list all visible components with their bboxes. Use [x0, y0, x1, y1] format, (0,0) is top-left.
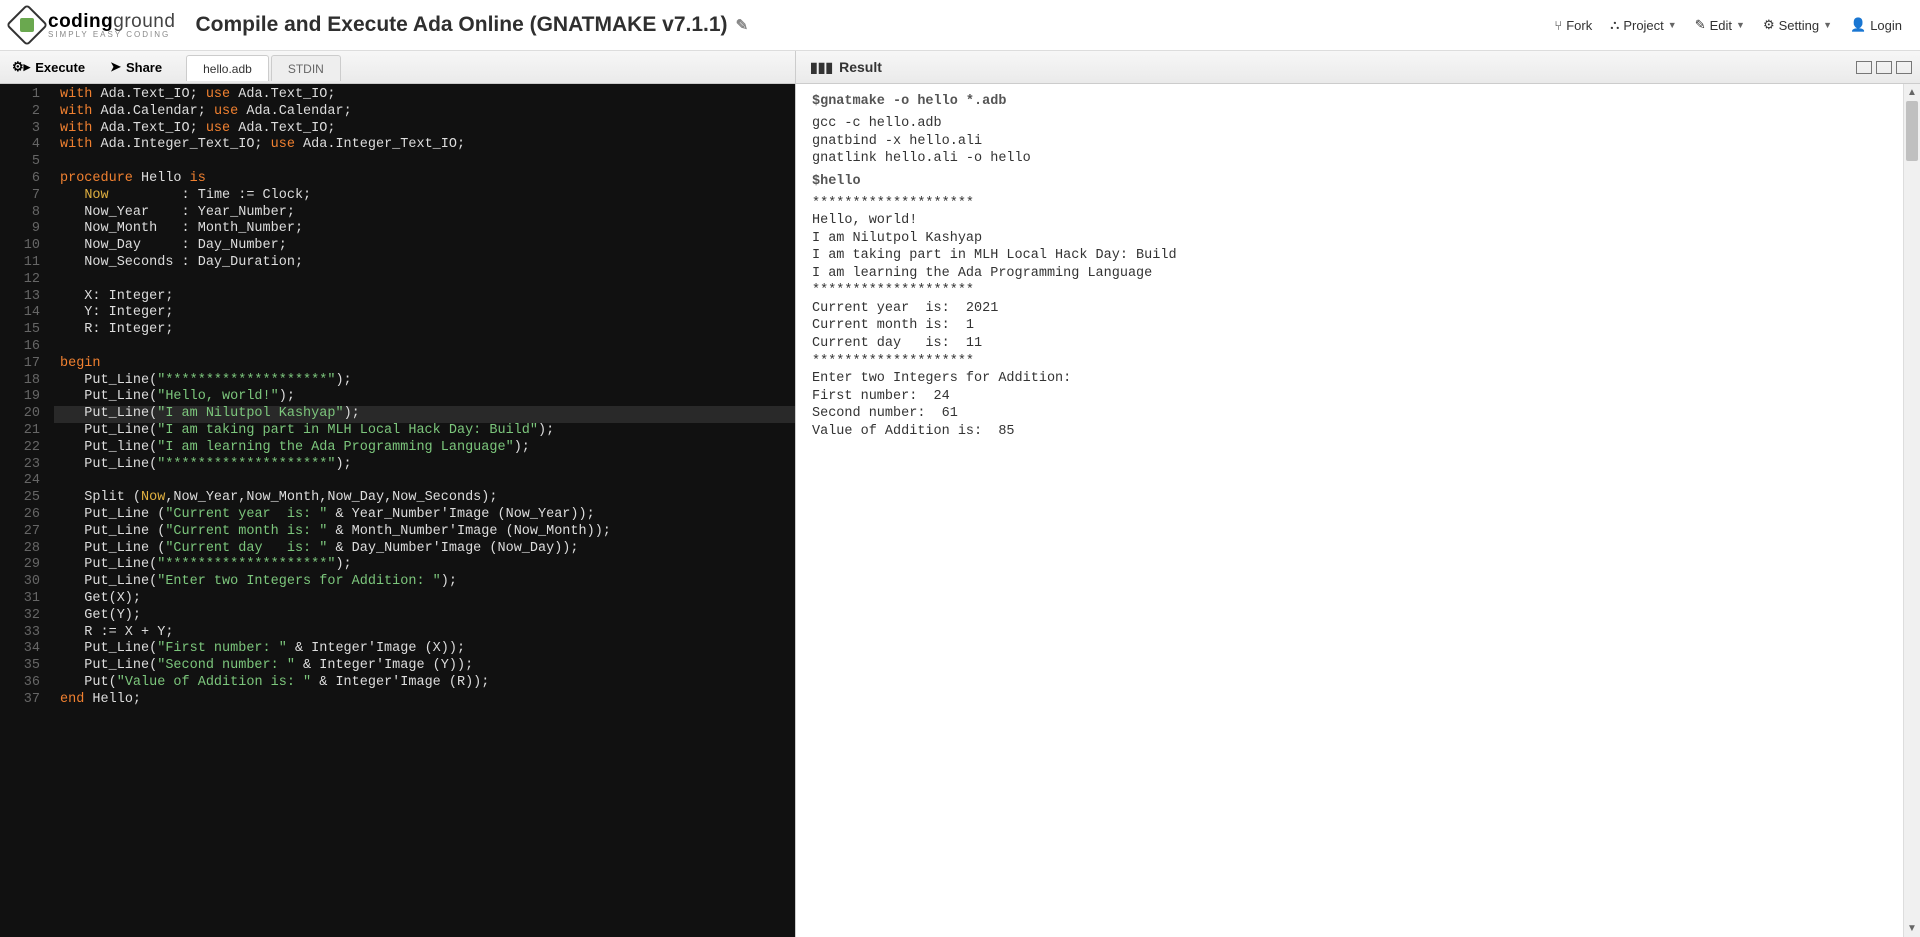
- cmd-gnatmake: $gnatmake -o hello *.adb: [812, 94, 1900, 109]
- chevron-down-icon: ▼: [1668, 20, 1677, 30]
- logo-subtext: SIMPLY EASY CODING: [48, 31, 175, 39]
- top-menu: ⑂Fork ⛬Project▼ ✎Edit▼ ⚙Setting▼ 👤Login: [1548, 13, 1908, 37]
- result-header: ▮▮▮ Result: [795, 51, 882, 83]
- editor-tabs: hello.adb STDIN: [186, 54, 343, 80]
- program-output: ******************** Hello, world! I am …: [812, 195, 1900, 441]
- fullscreen-icon[interactable]: [1896, 61, 1912, 74]
- project-icon: ⛬: [1610, 17, 1619, 33]
- fork-icon: ⑂: [1554, 18, 1562, 33]
- line-gutter: 1234567891011121314151617181920212223242…: [0, 84, 54, 711]
- logo-icon: [6, 4, 48, 46]
- scroll-up-arrow[interactable]: ▲: [1904, 84, 1920, 101]
- chevron-down-icon: ▼: [1823, 20, 1832, 30]
- edit-menu[interactable]: ✎Edit▼: [1689, 13, 1751, 37]
- scroll-thumb[interactable]: [1906, 101, 1918, 161]
- main-area: 1234567891011121314151617181920212223242…: [0, 84, 1920, 937]
- share-icon: ➤: [110, 59, 121, 75]
- logo[interactable]: codingground SIMPLY EASY CODING: [12, 10, 175, 40]
- result-icon: ▮▮▮: [810, 59, 833, 76]
- compile-output: gcc -c hello.adb gnatbind -x hello.ali g…: [812, 115, 1900, 168]
- cmd-hello: $hello: [812, 174, 1900, 189]
- collapse-right-icon[interactable]: [1876, 61, 1892, 74]
- edit-icon: ✎: [1695, 17, 1706, 33]
- vertical-scrollbar[interactable]: ▲ ▼: [1903, 84, 1920, 937]
- scroll-down-arrow[interactable]: ▼: [1904, 920, 1920, 937]
- code-content[interactable]: with Ada.Text_IO; use Ada.Text_IO;with A…: [60, 87, 795, 708]
- execute-button[interactable]: ⚙▸Execute: [0, 51, 97, 83]
- code-editor[interactable]: 1234567891011121314151617181920212223242…: [0, 84, 795, 937]
- setting-menu[interactable]: ⚙Setting▼: [1757, 13, 1838, 37]
- result-pane[interactable]: $gnatmake -o hello *.adb gcc -c hello.ad…: [795, 84, 1920, 937]
- login-button[interactable]: 👤Login: [1844, 13, 1908, 37]
- project-menu[interactable]: ⛬Project▼: [1604, 13, 1683, 37]
- tab-stdin[interactable]: STDIN: [271, 55, 341, 81]
- page-title: Compile and Execute Ada Online (GNATMAKE…: [195, 13, 1548, 37]
- collapse-left-icon[interactable]: [1856, 61, 1872, 74]
- toolbar: ⚙▸Execute ➤Share hello.adb STDIN ▮▮▮ Res…: [0, 51, 1920, 84]
- edit-title-icon[interactable]: ✎: [736, 16, 749, 34]
- chevron-down-icon: ▼: [1736, 20, 1745, 30]
- fork-button[interactable]: ⑂Fork: [1548, 14, 1598, 37]
- gear-icon: ⚙: [1763, 17, 1775, 33]
- share-button[interactable]: ➤Share: [98, 51, 174, 83]
- user-icon: 👤: [1850, 17, 1866, 33]
- execute-icon: ⚙▸: [12, 59, 30, 75]
- layout-controls: [1856, 51, 1912, 83]
- app-header: codingground SIMPLY EASY CODING Compile …: [0, 0, 1920, 51]
- tab-hello-adb[interactable]: hello.adb: [186, 55, 269, 81]
- logo-text: codingground: [48, 12, 175, 31]
